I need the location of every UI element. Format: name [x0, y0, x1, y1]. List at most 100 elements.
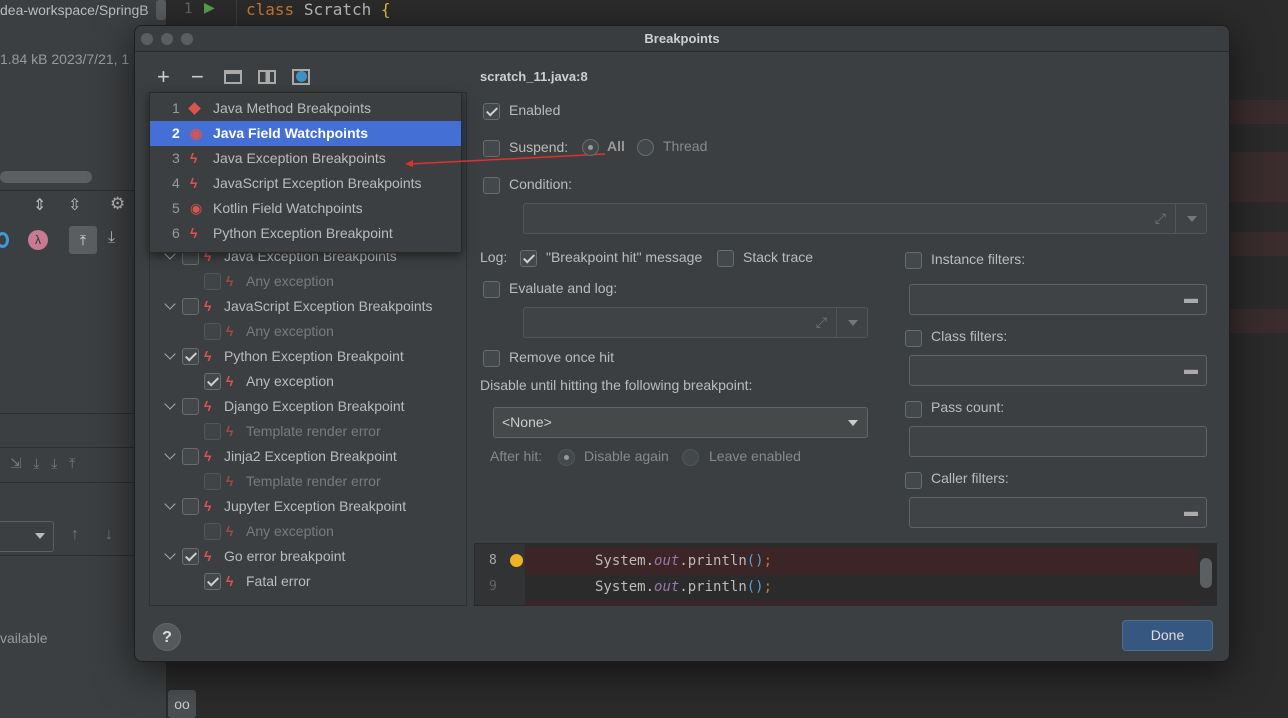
popup-item[interactable]: 1 Java Method Breakpoints	[150, 96, 461, 121]
chevron-down-icon[interactable]	[164, 498, 176, 510]
tree-item[interactable]: ϟ Any exception	[204, 269, 334, 294]
tree-checkbox[interactable]	[204, 273, 221, 290]
expand-icon[interactable]: ⤢	[1155, 210, 1166, 227]
tree-item[interactable]: ϟ Template render error	[204, 419, 381, 444]
tree-checkbox[interactable]	[204, 373, 221, 390]
glasses-icon[interactable]: oo	[168, 690, 196, 718]
close-window-button[interactable]	[141, 33, 153, 45]
expand-icon[interactable]: ⤢	[816, 314, 827, 331]
run-icon[interactable]: ▶	[204, 0, 215, 16]
gear-icon[interactable]: ⚙	[110, 194, 125, 214]
step-icons[interactable]: ⇲ ⤓ ⤓ ⤒	[10, 455, 75, 472]
help-button[interactable]: ?	[153, 623, 181, 651]
class-icon[interactable]	[295, 71, 307, 82]
tree-item[interactable]: ϟ Any exception	[204, 369, 334, 394]
done-button[interactable]: Done	[1122, 620, 1213, 651]
frame-dropdown[interactable]	[0, 521, 54, 552]
chevron-down-icon[interactable]	[848, 320, 858, 331]
tree-item[interactable]: ϟ Django Exception Breakpoint	[158, 394, 405, 419]
enabled-checkbox[interactable]	[483, 103, 500, 120]
tree-item[interactable]: ϟ JavaScript Exception Breakpoints	[158, 294, 433, 319]
scrollbar[interactable]	[0, 171, 92, 183]
diamond-icon	[188, 96, 201, 121]
tree-checkbox[interactable]	[182, 298, 199, 315]
popup-item[interactable]: 6 ϟ Python Exception Breakpoint	[150, 221, 461, 246]
group-file-icon[interactable]	[258, 70, 276, 84]
log-message-checkbox[interactable]	[520, 250, 537, 267]
scrollbar[interactable]	[1200, 558, 1212, 588]
tree-item[interactable]: ϟ Any exception	[204, 519, 334, 544]
arrow-down-icon[interactable]: ↓	[105, 526, 113, 544]
bolt-icon: ϟ	[204, 398, 212, 414]
disable-again-radio[interactable]	[558, 449, 575, 466]
item-label: Python Exception Breakpoint	[213, 225, 393, 241]
scrollbar[interactable]	[156, 0, 166, 20]
tree-item[interactable]: ϟ Any exception	[204, 319, 334, 344]
evaluate-log-checkbox[interactable]	[483, 281, 500, 298]
collapse-all-icon[interactable]: ⇳	[68, 195, 81, 215]
tree-item[interactable]: ϟ Jinja2 Exception Breakpoint	[158, 444, 397, 469]
minimize-window-button[interactable]	[161, 33, 173, 45]
tree-item[interactable]: ϟ Go error breakpoint	[158, 544, 345, 569]
suspend-thread-radio[interactable]	[637, 139, 654, 156]
tree-item[interactable]: ϟ Template render error	[204, 469, 381, 494]
disable-until-dropdown[interactable]: <None>	[493, 407, 868, 438]
tree-checkbox[interactable]	[182, 398, 199, 415]
chevron-down-icon[interactable]	[164, 348, 176, 360]
chevron-down-icon[interactable]	[164, 548, 176, 560]
class-filters-input[interactable]: ▬	[909, 355, 1207, 386]
popup-item[interactable]: 2 ◉ Java Field Watchpoints	[150, 121, 461, 146]
lambda-icon[interactable]: λ	[28, 230, 48, 250]
tree-checkbox[interactable]	[204, 473, 221, 490]
caller-filters-checkbox[interactable]	[905, 472, 922, 489]
tree-checkbox[interactable]	[182, 348, 199, 365]
add-button[interactable]: +	[157, 64, 170, 90]
tree-item[interactable]: ϟ Jupyter Exception Breakpoint	[158, 494, 406, 519]
folder-icon[interactable]: ▬	[1184, 503, 1198, 519]
instance-filters-input[interactable]: ▬	[909, 284, 1207, 315]
tree-checkbox[interactable]	[204, 323, 221, 340]
item-label: JavaScript Exception Breakpoints	[213, 175, 422, 191]
condition-checkbox[interactable]	[483, 177, 500, 194]
evaluate-log-input[interactable]: ⤢	[523, 307, 868, 338]
tree-checkbox[interactable]	[182, 548, 199, 565]
folder-icon[interactable]: ▬	[1184, 361, 1198, 377]
chevron-down-icon[interactable]	[164, 398, 176, 410]
suspend-checkbox[interactable]	[483, 140, 500, 157]
arrow-up-icon[interactable]: ↑	[71, 526, 79, 544]
pass-count-input[interactable]	[909, 426, 1207, 457]
tree-checkbox[interactable]	[204, 523, 221, 540]
suspend-all-radio[interactable]	[582, 139, 599, 156]
folder-icon[interactable]: ▬	[1184, 290, 1198, 306]
caller-filters-input[interactable]: ▬	[909, 497, 1207, 528]
instance-filters-checkbox[interactable]	[905, 252, 922, 269]
stack-trace-checkbox[interactable]	[717, 250, 734, 267]
leave-enabled-radio[interactable]	[682, 449, 699, 466]
remove-once-hit-checkbox[interactable]	[483, 350, 500, 367]
step-out-icon[interactable]: ⤒	[69, 226, 97, 254]
chevron-down-icon[interactable]	[164, 298, 176, 310]
breakpoint-line	[1230, 100, 1288, 124]
pass-count-checkbox[interactable]	[905, 401, 922, 418]
class-filters-checkbox[interactable]	[905, 330, 922, 347]
popup-item[interactable]: 4 ϟ JavaScript Exception Breakpoints	[150, 171, 461, 196]
condition-input[interactable]: ⤢	[523, 203, 1207, 234]
circle-icon[interactable]	[0, 232, 9, 248]
expand-all-icon[interactable]: ⇕	[33, 195, 46, 215]
tree-item[interactable]: ϟ Fatal error	[204, 569, 311, 594]
remove-button[interactable]: −	[191, 64, 204, 90]
tree-checkbox[interactable]	[182, 448, 199, 465]
chevron-down-icon[interactable]	[1187, 216, 1197, 227]
tree-checkbox[interactable]	[182, 498, 199, 515]
tree-checkbox[interactable]	[204, 423, 221, 440]
tree-item[interactable]: ϟ Python Exception Breakpoint	[158, 344, 404, 369]
popup-item[interactable]: 5 ◉ Kotlin Field Watchpoints	[150, 196, 461, 221]
maximize-window-button[interactable]	[181, 33, 193, 45]
popup-scrollbar[interactable]	[462, 118, 465, 143]
breakpoint-icon[interactable]	[510, 554, 523, 567]
chevron-down-icon[interactable]	[164, 448, 176, 460]
step-into-icon[interactable]: ⤓	[108, 229, 115, 247]
disable-until-label: Disable until hitting the following brea…	[480, 377, 753, 393]
tree-checkbox[interactable]	[204, 573, 221, 590]
group-folder-icon[interactable]	[224, 70, 242, 84]
